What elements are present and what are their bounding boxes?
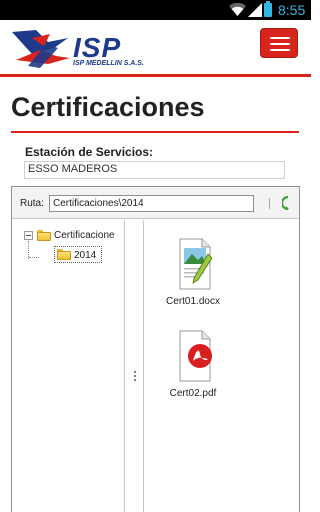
explorer-toolbar: Ruta: Certificaciones\2014 [12,187,299,219]
title-divider [11,131,299,133]
path-input[interactable]: Certificaciones\2014 [49,195,254,212]
file-explorer: Ruta: Certificaciones\2014 Certificacion… [11,186,300,512]
file-name: Cert01.docx [166,296,220,307]
logo-subtitle: ISP MEDELLIN S.A.S. [73,60,144,67]
folder-icon [57,249,71,260]
folder-tree: Certificacione 2014 [12,220,125,512]
docx-file-icon [179,238,212,290]
logo-mark-icon [12,30,70,68]
tree-connector [29,257,39,258]
file-list: Cert01.docx Cert02.pdf [145,220,299,512]
tree-node-child[interactable]: 2014 [74,250,96,261]
drag-handle-icon[interactable] [134,370,136,382]
pdf-file-icon [179,330,212,382]
page-title: Certificaciones [11,92,205,122]
battery-icon [264,1,272,17]
pane-splitter[interactable] [126,220,144,512]
wifi-icon [229,3,246,16]
app-header: ISP ISP MEDELLIN S.A.S. [0,20,311,77]
toolbar-divider [269,198,270,209]
station-label: Estación de Servicios: [25,145,154,159]
signal-icon [248,3,262,17]
path-label: Ruta: [20,198,44,209]
tree-node-root[interactable]: Certificacione [54,230,115,241]
hamburger-bar [270,49,290,51]
file-item-pdf[interactable]: Cert02.pdf [148,330,238,410]
file-name: Cert02.pdf [169,388,217,399]
hamburger-icon [270,37,290,39]
status-bar: 8:55 [0,0,311,20]
refresh-icon[interactable] [282,196,290,210]
hamburger-bar [270,43,290,45]
menu-button[interactable] [260,28,298,58]
station-field[interactable]: ESSO MADEROS [24,161,285,179]
folder-icon [37,230,51,241]
collapse-toggle-icon[interactable] [24,231,33,240]
status-time: 8:55 [278,2,306,18]
logo: ISP ISP MEDELLIN S.A.S. [10,26,144,70]
file-item-docx[interactable]: Cert01.docx [148,238,238,318]
